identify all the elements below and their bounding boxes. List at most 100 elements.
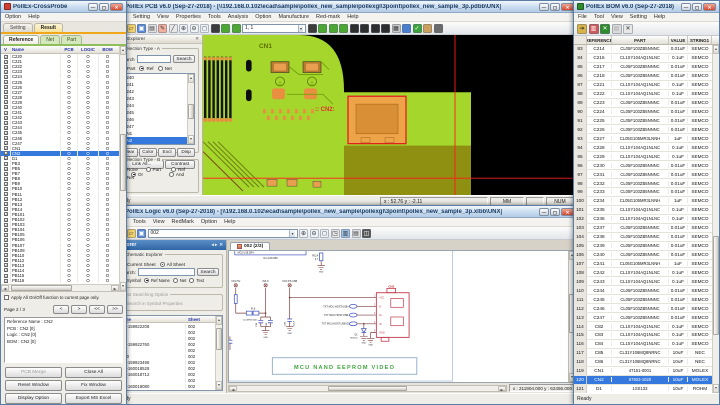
bom-row[interactable]: 94 C228 CL1SY104AQ1NLNC 0.1uF SEMCO	[574, 143, 712, 153]
bom-row[interactable]: 103 C237 CL05F103ZB5NNNC 0.01uF SEMCO	[574, 223, 712, 233]
pcb-search-input[interactable]	[136, 55, 171, 63]
menu-item[interactable]: Tools	[208, 14, 221, 20]
ref-list-item[interactable]: C240	[121, 74, 187, 81]
bom-row[interactable]: 110 C244 CL05F103ZB5NNNC 0.01uF SEMCO	[574, 286, 712, 296]
row-checkbox[interactable]: ✓	[3, 136, 8, 141]
row-checkbox[interactable]: ✓	[3, 105, 8, 110]
print-icon[interactable]: ▤	[147, 23, 157, 33]
menu-item[interactable]: Manufacture	[278, 14, 309, 20]
crossprobe-vscrollbar[interactable]: ▲ ▼	[119, 46, 126, 291]
row-checkbox[interactable]: ✓	[3, 243, 8, 248]
excel-export-icon[interactable]: ✕	[600, 23, 610, 34]
column-sheet[interactable]: Sheet	[185, 316, 215, 322]
sheet-view-icon[interactable]: ▥	[341, 228, 350, 238]
canvas-hscrollbar[interactable]: ◀ ▶	[228, 384, 507, 392]
row-checkbox[interactable]: ✓	[3, 141, 8, 146]
bom-row[interactable]: 95 C229 CL1SY104AQ1NLNC 0.1uF SEMCO	[574, 152, 712, 162]
pcb-viewport[interactable]: CN1:: CN2:	[203, 35, 577, 195]
tab[interactable]: Part	[60, 35, 83, 44]
menu-item[interactable]: Setting	[133, 14, 150, 20]
measure-icon[interactable]: ╱	[168, 23, 178, 33]
tab[interactable]: Net	[40, 35, 60, 44]
bom-row[interactable]: 93 C227 CL05G105MR3LNNH 1uF SEMCO	[574, 134, 712, 144]
column-pcb[interactable]: PCB	[60, 47, 77, 52]
maximize-button[interactable]: ▢	[99, 2, 109, 11]
radio-option[interactable]: Net	[157, 65, 172, 71]
ref-list-item[interactable]: C244	[121, 102, 187, 109]
row-checkbox[interactable]: ✓	[3, 156, 8, 161]
reference-row[interactable]: ✓ PB116 O O O	[1, 278, 119, 284]
ref-list-item[interactable]: C246	[121, 116, 187, 123]
apply-checkbox[interactable]	[4, 295, 9, 300]
scroll-thumb[interactable]	[11, 285, 73, 291]
column-logic[interactable]: LOGIC	[77, 47, 98, 52]
bom-row[interactable]: 114 C82 CL1SY104AQ1NLNC 0.1uF SEMCO	[574, 322, 712, 331]
scroll-track[interactable]	[713, 54, 719, 384]
reset-window-button[interactable]: Reset Window	[5, 380, 62, 391]
menu-item[interactable]: Help	[654, 14, 665, 20]
delete-icon[interactable]: ✕	[623, 23, 633, 34]
bom-row[interactable]: 100 C234 CL05G105MR3LNNH 1uF SEMCO	[574, 196, 712, 206]
row-checkbox[interactable]: ✓	[3, 258, 8, 263]
menu-item[interactable]: Help	[347, 14, 358, 20]
bom-row[interactable]: 109 C243 CL1SY104AQ1NLNC 0.1uF SEMCO	[574, 277, 712, 287]
row-checkbox[interactable]: ✓	[3, 74, 8, 79]
bom-row[interactable]: 83 C214 CL05F103ZB5NNNC 0.01uF SEMCO	[574, 45, 712, 54]
bom-row[interactable]: 96 C230 CL05F103ZB5NNNC 0.01uF SEMCO	[574, 161, 712, 171]
radio-option[interactable]: Text	[189, 277, 204, 283]
column-v[interactable]: V	[1, 47, 10, 52]
row-checkbox[interactable]: ✓	[3, 59, 8, 64]
sheet-combo[interactable]: 002 ▾	[147, 228, 298, 238]
last-page-button[interactable]: >>	[107, 305, 123, 314]
row-checkbox[interactable]: ✓	[3, 268, 8, 273]
row-checkbox[interactable]: ✓	[3, 115, 8, 120]
layer-top-icon[interactable]	[221, 23, 230, 33]
row-checkbox[interactable]: ✓	[3, 130, 8, 135]
open-icon[interactable]: ▱	[126, 23, 136, 33]
pcb-merge-button[interactable]: PCB Merge	[5, 367, 62, 378]
bom-row[interactable]: 118 C86 CL31Y106MQ8NRNC 10uF NEC	[574, 357, 712, 367]
bom-row[interactable]: 101 C235 CL1SY104AQ1NLNC 0.1uF SEMCO	[574, 205, 712, 215]
bom-row[interactable]: 91 C225 CL05F103ZB5NNNC 0.01uF SEMCO	[574, 116, 712, 126]
maximize-button[interactable]: ▢	[692, 2, 702, 11]
logic-search-input[interactable]	[137, 268, 195, 276]
scroll-track[interactable]	[237, 385, 498, 391]
layer-green-2-icon[interactable]	[328, 23, 338, 33]
scroll-left-icon[interactable]: ◀	[229, 385, 237, 392]
explorer-scrollbar[interactable]: ▲ ▼	[215, 316, 222, 390]
panel-pin-icon[interactable]: ◂ ▸	[211, 242, 217, 248]
row-checkbox[interactable]: ✓	[3, 80, 8, 85]
combo-arrow-icon[interactable]: ▾	[297, 24, 303, 32]
prev-page-button[interactable]: <	[53, 305, 69, 314]
maximize-button[interactable]: ▢	[550, 2, 560, 11]
layer-green-3-icon[interactable]	[339, 23, 348, 33]
column-name[interactable]: Name	[117, 317, 185, 322]
row-checkbox[interactable]: ✓	[3, 248, 8, 253]
tools-icon[interactable]	[423, 23, 432, 33]
scroll-thumb[interactable]	[216, 327, 222, 351]
bom-row[interactable]: 104 C238 CL05F103ZB5NNNC 0.01uF SEMCO	[574, 232, 712, 242]
row-checkbox[interactable]: ✓	[3, 232, 8, 237]
row-checkbox[interactable]: ✓	[3, 100, 8, 105]
tab[interactable]: Result	[33, 23, 63, 32]
radio-option[interactable]: Ref Name	[143, 277, 170, 283]
radio-option[interactable]: Ref	[139, 65, 154, 71]
first-page-button[interactable]: <<	[89, 305, 105, 314]
display-mode-icon[interactable]	[210, 23, 220, 33]
table-row[interactable]: R109 002	[117, 389, 215, 390]
scroll-thumb[interactable]	[120, 134, 126, 192]
row-checkbox[interactable]: ✓	[3, 263, 8, 268]
print-icon[interactable]: ▤	[351, 228, 361, 238]
radio-option[interactable]: Part	[145, 166, 169, 172]
scroll-left-icon[interactable]: ◀	[1, 285, 9, 291]
scroll-down-icon[interactable]: ▼	[216, 381, 222, 390]
column-part[interactable]: PART	[612, 36, 669, 44]
bom-row[interactable]: 105 C239 CL05F103ZB5NNNC 0.01uF SEMCO	[574, 241, 712, 251]
scroll-up-icon[interactable]: ▲	[188, 74, 194, 83]
ref-list-item[interactable]: C247	[121, 123, 187, 130]
menu-item[interactable]: View	[157, 14, 169, 20]
menu-item[interactable]: Tool	[594, 14, 604, 20]
scroll-track[interactable]	[120, 55, 126, 282]
bom-row[interactable]: 119 CN1 47151-0001 10uF MOLEX	[574, 366, 712, 376]
column-bom[interactable]: BOM	[98, 47, 116, 52]
